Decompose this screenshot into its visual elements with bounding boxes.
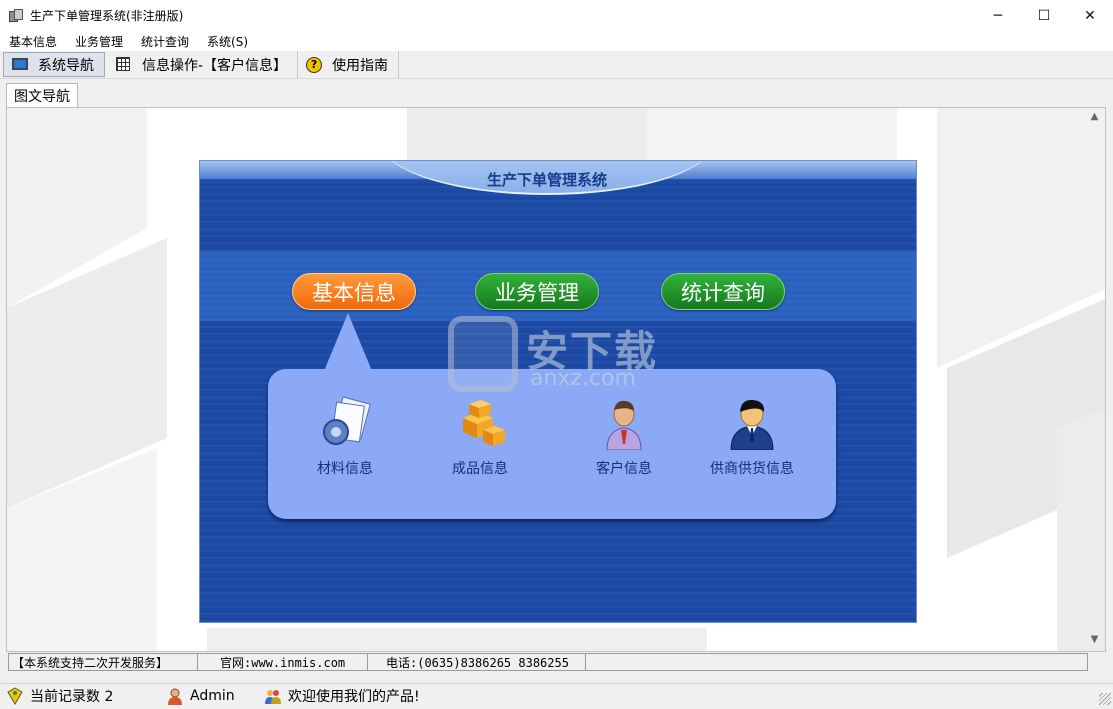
watermark: 安下载 anxz.com — [448, 316, 668, 396]
close-button[interactable]: ✕ — [1067, 0, 1113, 31]
feature-label: 客户信息 — [596, 461, 652, 477]
status-welcome: 欢迎使用我们的产品! — [258, 684, 558, 707]
menu-bar: 基本信息 业务管理 统计查询 系统(S) — [0, 31, 1113, 51]
user-icon — [166, 687, 184, 705]
menu-system[interactable]: 系统(S) — [198, 33, 257, 50]
tab-label: 信息操作-【客户信息】 — [142, 57, 288, 74]
status-user: Admin — [160, 684, 258, 707]
vertical-scrollbar[interactable]: ▲ ▼ — [1086, 111, 1103, 651]
material-icon — [318, 396, 372, 450]
feature-customer-info[interactable]: 客户信息 — [569, 396, 679, 478]
toolbar: 系统导航 信息操作-【客户信息】 ? 使用指南 — [0, 51, 1113, 79]
tab-label: 使用指南 — [332, 57, 389, 74]
website-text: 官网:www.inmis.com — [198, 654, 368, 670]
nav-pill-statistics[interactable]: 统计查询 — [661, 273, 785, 310]
navigation-panel: 生产下单管理系统 基本信息 业务管理 统计查询 安下载 anxz.com 材料信… — [199, 160, 917, 623]
window-title: 生产下单管理系统(非注册版) — [30, 9, 184, 23]
feature-label: 成品信息 — [452, 461, 508, 477]
monitor-icon — [12, 57, 30, 73]
nav-pill-basic-info[interactable]: 基本信息 — [292, 273, 416, 310]
menu-business[interactable]: 业务管理 — [66, 33, 132, 50]
maximize-button[interactable]: ☐ — [1021, 0, 1067, 31]
tab-system-navigation[interactable]: 系统导航 — [3, 52, 105, 77]
scroll-down-icon[interactable]: ▼ — [1086, 634, 1103, 651]
subtab-strip: 图文导航 — [0, 80, 1113, 107]
app-icon — [8, 8, 24, 24]
record-icon — [6, 686, 24, 705]
status-bar: 当前记录数 2 Admin 欢迎使用我们的产品! — [0, 683, 1113, 707]
feature-label: 供商供货信息 — [710, 461, 794, 477]
customer-icon — [597, 396, 651, 451]
feature-supplier-info[interactable]: 供商供货信息 — [697, 396, 807, 478]
tab-graphic-navigation[interactable]: 图文导航 — [6, 83, 78, 107]
service-notice: 【本系统支持二次开发服务】 — [9, 654, 198, 670]
menu-basic-info[interactable]: 基本信息 — [0, 33, 66, 50]
status-records: 当前记录数 2 — [0, 684, 160, 707]
phone-text: 电话:(0635)8386265 8386255 — [368, 654, 586, 670]
scroll-up-icon[interactable]: ▲ — [1086, 111, 1103, 128]
help-icon: ? — [306, 56, 324, 73]
tab-user-guide[interactable]: ? 使用指南 — [298, 51, 400, 78]
feature-material-info[interactable]: 材料信息 — [290, 396, 400, 478]
feature-product-info[interactable]: 成品信息 — [425, 396, 535, 478]
navigation-canvas: 生产下单管理系统 基本信息 业务管理 统计查询 安下载 anxz.com 材料信… — [6, 107, 1106, 652]
supplier-icon — [725, 396, 779, 451]
menu-statistics[interactable]: 统计查询 — [132, 33, 198, 50]
title-bar: 生产下单管理系统(非注册版) ─ ☐ ✕ — [0, 0, 1113, 31]
minimize-button[interactable]: ─ — [975, 0, 1021, 31]
product-boxes-icon — [453, 396, 507, 450]
grid-icon — [116, 56, 134, 73]
feature-label: 材料信息 — [317, 461, 373, 477]
users-group-icon — [264, 687, 282, 705]
resize-grip[interactable] — [1099, 693, 1111, 705]
shield-icon — [448, 316, 518, 392]
panel-title: 生产下单管理系统 — [486, 171, 607, 189]
nav-pill-business[interactable]: 业务管理 — [475, 273, 599, 310]
tab-label: 系统导航 — [38, 57, 94, 74]
window-controls: ─ ☐ ✕ — [975, 0, 1113, 31]
info-bar: 【本系统支持二次开发服务】 官网:www.inmis.com 电话:(0635)… — [8, 653, 1088, 671]
tab-info-operation[interactable]: 信息操作-【客户信息】 — [108, 51, 299, 78]
